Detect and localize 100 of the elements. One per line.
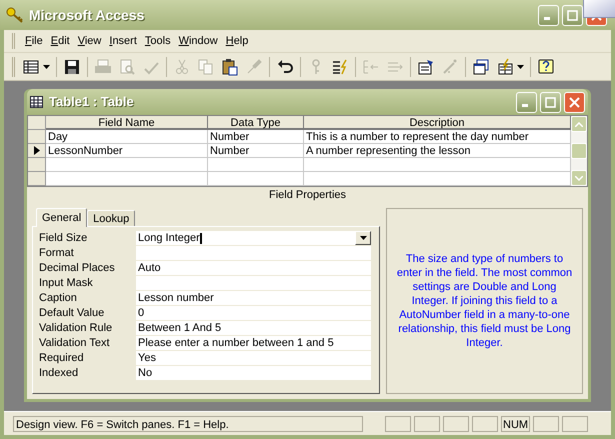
key-icon	[6, 7, 24, 23]
minimize-button[interactable]	[538, 4, 559, 26]
caret-icon	[517, 64, 524, 68]
property-value: Long Integer	[138, 231, 200, 245]
copy-icon	[197, 58, 215, 76]
printer-icon	[94, 58, 112, 76]
database-window-icon	[472, 58, 490, 76]
property-label: Caption	[39, 291, 78, 306]
dropdown-button[interactable]	[355, 231, 371, 245]
table-cell[interactable]	[46, 172, 208, 186]
property-value: Auto	[138, 261, 161, 275]
window-title: Microsoft Access	[29, 6, 144, 24]
status-pane	[533, 416, 560, 432]
menu-item[interactable]: Tools	[140, 32, 175, 50]
property-field[interactable]: Please enter a number between 1 and 5	[136, 336, 371, 350]
property-label: Validation Text	[39, 336, 111, 351]
property-field[interactable]: 0	[136, 306, 371, 320]
table-cell[interactable]: LessonNumber	[46, 144, 208, 158]
property-label: Format	[39, 246, 75, 261]
property-value: Yes	[138, 351, 156, 365]
property-field[interactable]: Auto	[136, 261, 371, 275]
scroll-thumb[interactable]	[571, 143, 587, 159]
clipboard-icon	[221, 58, 239, 76]
caret-icon	[360, 236, 366, 240]
menu-item[interactable]: Window	[174, 32, 222, 50]
menu-item[interactable]: Edit	[46, 32, 74, 50]
property-label: Input Mask	[39, 276, 94, 291]
property-value: Between 1 And 5	[138, 321, 222, 335]
maximize-button[interactable]	[562, 4, 583, 26]
property-field[interactable]: Lesson number	[136, 291, 371, 305]
close-button[interactable]	[564, 92, 585, 112]
property-field[interactable]: Long Integer	[136, 231, 371, 245]
table-cell[interactable]: Number	[208, 144, 304, 158]
status-text: Design view. F6 = Switch panes. F1 = Help.	[13, 416, 363, 432]
column-header: Description	[304, 116, 571, 130]
property-value: Lesson number	[138, 291, 214, 305]
datasheet-icon	[22, 58, 40, 76]
scroll-down-button[interactable]	[571, 170, 587, 186]
help-text: The size and type of numbers to enter in the field. The most common settings are Double and Long Integer. If joining this field to a AutoNumber field in a many-to-one relationship, this field must be Long Integer.	[396, 252, 574, 350]
corner-overlay	[583, 0, 615, 18]
current-row-icon	[34, 146, 40, 155]
properties-icon	[417, 58, 435, 76]
column-header: Field Name	[46, 116, 208, 130]
property-field[interactable]: Yes	[136, 351, 371, 365]
property-field[interactable]	[136, 276, 371, 290]
caret-icon	[43, 64, 50, 68]
property-field[interactable]	[136, 246, 371, 260]
menu-item[interactable]: View	[74, 32, 106, 50]
window-title: Table1 : Table	[49, 93, 134, 112]
scrollbar[interactable]	[571, 116, 587, 186]
table-cell[interactable]	[304, 172, 571, 186]
new-object-icon	[496, 58, 514, 76]
insert-rows-icon	[362, 58, 380, 76]
property-label: Required	[39, 351, 85, 366]
status-pane	[385, 416, 411, 432]
table-cell[interactable]	[304, 158, 571, 172]
text-cursor	[200, 232, 202, 244]
undo-icon	[276, 58, 294, 76]
chevron-down-icon	[575, 176, 583, 180]
table-cell[interactable]	[208, 158, 304, 172]
table-cell[interactable]	[46, 158, 208, 172]
table-cell[interactable]: A number representing the lesson	[304, 144, 571, 158]
table-cell[interactable]	[208, 172, 304, 186]
lightning-list-icon	[331, 58, 349, 76]
maximize-icon	[545, 96, 556, 108]
minimize-icon	[522, 104, 528, 107]
property-label: Field Size	[39, 231, 88, 246]
table-cell[interactable]: This is a number to represent the day number	[304, 130, 571, 144]
property-value: 0	[138, 306, 144, 320]
property-field[interactable]: No	[136, 366, 371, 380]
property-value: Please enter a number between 1 and 5	[138, 336, 334, 350]
paintbrush-icon	[245, 58, 263, 76]
menu-item[interactable]: File	[21, 32, 47, 50]
property-field[interactable]: Between 1 And 5	[136, 321, 371, 335]
magic-wand-icon	[441, 58, 459, 76]
menu-item[interactable]: Help	[222, 32, 252, 50]
property-label: Default Value	[39, 306, 106, 321]
chevron-up-icon	[575, 122, 583, 126]
menu-item[interactable]: Insert	[105, 32, 141, 50]
status-pane	[414, 416, 440, 432]
scissors-icon	[173, 58, 191, 76]
print-preview-icon	[118, 58, 136, 76]
property-label: Decimal Places	[39, 261, 116, 276]
property-label: Validation Rule	[39, 321, 114, 336]
property-label: Indexed	[39, 366, 80, 381]
close-icon	[569, 96, 580, 108]
minimize-icon	[544, 17, 550, 20]
table-icon	[30, 96, 43, 108]
table-cell[interactable]: Day	[46, 130, 208, 144]
minimize-button[interactable]	[516, 92, 537, 112]
row-selector[interactable]	[28, 144, 46, 158]
tab[interactable]: General	[36, 208, 88, 227]
tab[interactable]: Lookup	[87, 210, 136, 226]
help-icon	[537, 58, 555, 76]
scroll-up-button[interactable]	[571, 116, 587, 132]
section-title: Field Properties	[268, 189, 346, 201]
grid-corner	[28, 116, 46, 130]
maximize-button[interactable]	[540, 92, 561, 112]
maximize-icon	[567, 10, 578, 20]
table-cell[interactable]: Number	[208, 130, 304, 144]
